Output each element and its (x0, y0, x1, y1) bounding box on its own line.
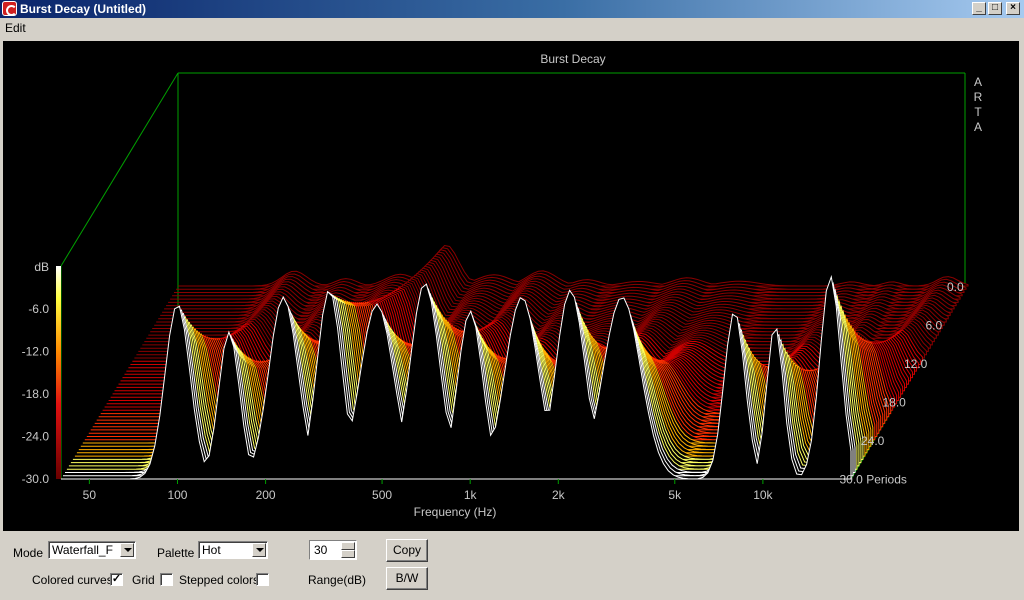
y-tick-label: -24.0 (22, 430, 50, 444)
brand-letter: A (974, 75, 982, 89)
spin-down-icon[interactable] (341, 550, 355, 558)
brand-letter: A (974, 120, 982, 134)
brand-letter: T (974, 105, 982, 119)
x-axis-label: Frequency (Hz) (414, 505, 497, 519)
minimize-button[interactable]: _ (972, 2, 986, 15)
chart-title: Burst Decay (540, 52, 605, 66)
db-color-bar (56, 266, 61, 479)
stepped-colors-label: Stepped colors (179, 573, 260, 587)
grid-checkbox[interactable] (160, 573, 173, 586)
menu-edit[interactable]: Edit (5, 21, 26, 35)
palette-select[interactable]: Hot (198, 541, 268, 559)
x-tick-label: 10k (753, 488, 773, 502)
stepped-colors-checkbox[interactable] (256, 573, 269, 586)
bw-button[interactable]: B/W (386, 567, 428, 590)
x-tick-label: 2k (552, 488, 566, 502)
palette-select-value: Hot (202, 543, 221, 557)
grid-label: Grid (132, 573, 155, 587)
y-tick-label: -18.0 (22, 387, 50, 401)
maximize-button[interactable]: □ (988, 2, 1002, 15)
x-tick-label: 5k (668, 488, 682, 502)
brand-letter: R (974, 90, 983, 104)
waterfall-chart: Burst Decay Frequency (Hz) dB 50 100 200 500 1k… (22, 52, 983, 519)
y-axis-label: dB (34, 260, 49, 274)
app-logo-icon[interactable] (2, 1, 17, 16)
range-label: Range(dB) (308, 573, 367, 587)
burst-decay-plot[interactable]: Burst Decay Frequency (Hz) dB 50 100 200 500 1k… (3, 41, 1019, 531)
x-tick-label: 50 (83, 488, 97, 502)
range-spinbox[interactable]: 30 (309, 540, 357, 560)
mode-label: Mode (13, 546, 44, 560)
x-tick-label: 1k (464, 488, 478, 502)
z-tick-label: 6.0 (926, 319, 943, 333)
y-tick-label: -30.0 (22, 472, 50, 486)
close-button[interactable]: × (1006, 2, 1020, 15)
z-tick-label: 18.0 (883, 396, 907, 410)
mode-select-value: Waterfall_F (52, 543, 113, 557)
y-tick-label: -12.0 (22, 345, 50, 359)
window-title: Burst Decay (Untitled) (20, 2, 147, 16)
colored-curves-label: Colored curves (32, 573, 113, 587)
range-value: 30 (314, 543, 328, 557)
frame-left-diag (60, 72, 179, 267)
chevron-down-icon[interactable] (252, 543, 266, 557)
z-tick-label: 12.0 (904, 357, 928, 371)
copy-button[interactable]: Copy (386, 539, 428, 562)
title-bar: Burst Decay (Untitled) _ □ × (0, 0, 1024, 18)
chevron-down-icon[interactable] (120, 543, 134, 557)
x-tick-label: 200 (256, 488, 276, 502)
y-tick-label: -6.0 (28, 302, 49, 316)
colored-curves-checkbox[interactable]: ✓ (110, 573, 123, 586)
palette-label: Palette (157, 546, 195, 560)
mode-select[interactable]: Waterfall_F (48, 541, 136, 559)
x-tick-label: 100 (167, 488, 187, 502)
spin-up-icon[interactable] (341, 542, 355, 550)
z-tick-label: 30.0 Periods (840, 473, 907, 487)
menu-bar: Edit (0, 18, 1024, 38)
z-tick-label: 24.0 (861, 434, 885, 448)
x-tick-label: 500 (372, 488, 392, 502)
z-tick-label: 0.0 (947, 280, 964, 294)
